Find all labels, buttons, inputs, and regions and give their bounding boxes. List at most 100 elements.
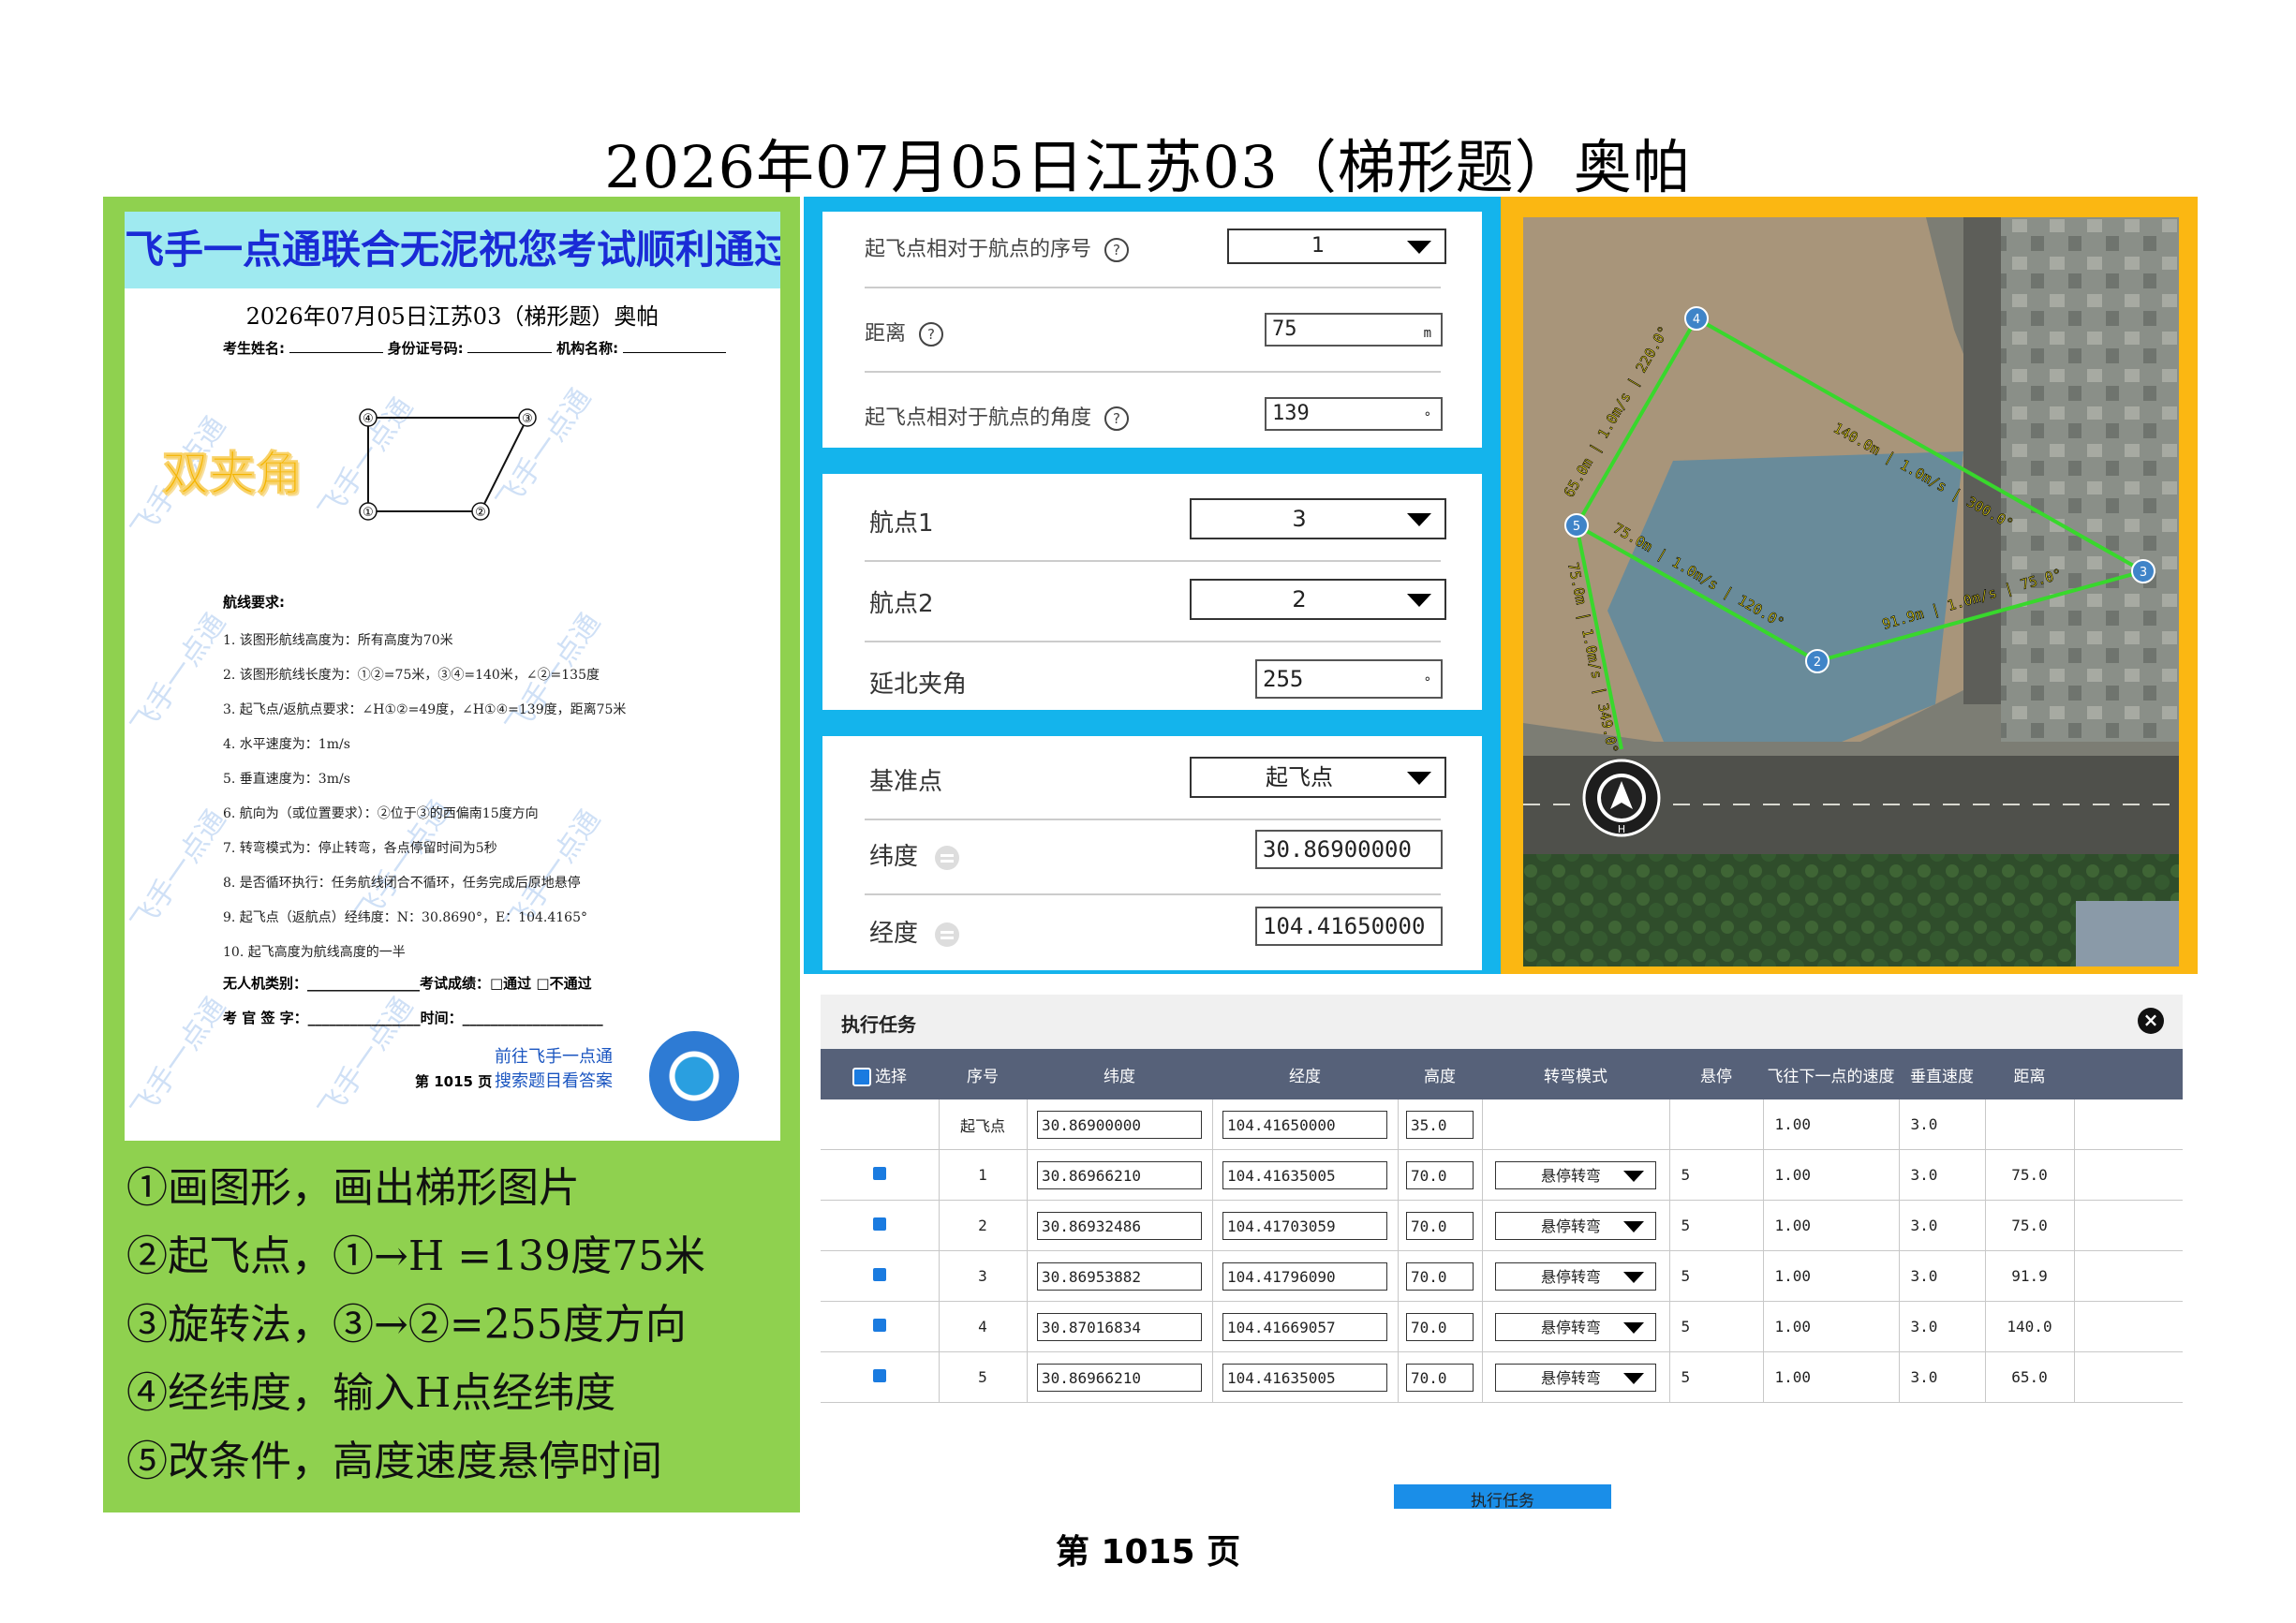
select-all-header[interactable]: 选择 xyxy=(821,1049,939,1099)
close-icon[interactable]: × xyxy=(2138,1008,2164,1034)
coordinate-settings-card: 基准点 起飞点 纬度 30.86900000 经度 104.41650000 xyxy=(822,736,1482,970)
seq-cell: 3 xyxy=(939,1250,1028,1302)
latitude-cell-input[interactable]: 30.86932486 xyxy=(1037,1211,1202,1240)
distance-input[interactable]: 75 m xyxy=(1265,313,1443,347)
latitude-cell-input[interactable]: 30.87016834 xyxy=(1037,1312,1202,1341)
row-checkbox[interactable] xyxy=(872,1167,886,1180)
point-label-1: ① xyxy=(363,506,374,520)
takeoff-seq-select[interactable]: 1 xyxy=(1227,229,1446,264)
north-angle-input[interactable]: 255 ° xyxy=(1255,659,1443,699)
chevron-down-icon xyxy=(1407,772,1431,785)
row-checkbox[interactable] xyxy=(872,1319,886,1332)
speed-cell: 1.00 xyxy=(1763,1200,1900,1251)
distance-cell: 140.0 xyxy=(1985,1301,2075,1352)
altitude-cell-input[interactable]: 70.0 xyxy=(1406,1262,1474,1291)
waypoint1-label: 航点1 xyxy=(869,509,934,538)
column-header: 悬停 xyxy=(1669,1049,1763,1099)
longitude-input[interactable]: 104.41650000 xyxy=(1255,907,1443,946)
lock-toggle-icon[interactable] xyxy=(935,845,960,870)
column-header: 飞往下一点的速度 xyxy=(1763,1049,1899,1099)
longitude-cell-input[interactable]: 104.41796090 xyxy=(1222,1262,1387,1291)
latitude-input[interactable]: 30.86900000 xyxy=(1255,830,1443,869)
map-canvas[interactable]: 140.0m | 1.0m/s | 300.0° 91.9m | 1.0m/s … xyxy=(1523,217,2179,966)
lock-toggle-icon[interactable] xyxy=(935,922,960,947)
longitude-cell-input[interactable]: 104.41650000 xyxy=(1222,1110,1387,1139)
reference-point-select[interactable]: 起飞点 xyxy=(1190,757,1446,798)
execute-task-button[interactable]: 执行任务 xyxy=(1394,1484,1611,1509)
speed-cell: 1.00 xyxy=(1763,1301,1900,1352)
waypoint-marker[interactable]: 5 xyxy=(1564,513,1589,538)
exam-info-line: 考生姓名: 身份证号码: 机构名称: xyxy=(223,338,726,358)
svg-text:5: 5 xyxy=(1573,520,1580,534)
page-title: 2026年07月05日江苏03（梯形题）奥帕 xyxy=(604,133,1692,201)
watermark: 飞手一点通 xyxy=(125,804,233,938)
help-icon[interactable]: ? xyxy=(1104,238,1130,262)
checkbox-icon[interactable] xyxy=(852,1067,871,1086)
distance-label: 距离? xyxy=(865,317,944,347)
latitude-cell-input[interactable]: 30.86966210 xyxy=(1037,1363,1202,1392)
exam-paper: 飞手一点通联合无泥祝您考试顺利通过 2026年07月05日江苏03（梯形题）奥帕… xyxy=(125,212,780,1141)
requirement-item: 5. 垂直速度为：3m/s xyxy=(223,772,350,787)
turn-mode-select[interactable]: 悬停转弯 xyxy=(1495,1211,1656,1240)
table-row: 2 30.86932486 104.41703059 70.0 悬停转弯 5 1… xyxy=(821,1200,2183,1251)
longitude-cell-input[interactable]: 104.41669057 xyxy=(1222,1312,1387,1341)
latitude-label: 纬度 xyxy=(869,837,960,872)
table-row: 5 30.86966210 104.41635005 70.0 悬停转弯 5 1… xyxy=(821,1351,2183,1403)
turn-mode-select[interactable]: 悬停转弯 xyxy=(1495,1312,1656,1341)
latitude-cell-input[interactable]: 30.86900000 xyxy=(1037,1110,1202,1139)
home-point-icon[interactable]: H xyxy=(1582,759,1661,837)
table-row: 4 30.87016834 104.41669057 70.0 悬停转弯 5 1… xyxy=(821,1301,2183,1352)
requirement-item: 1. 该图形航线高度为：所有高度为70米 xyxy=(223,633,453,648)
vspeed-cell: 3.0 xyxy=(1899,1200,1986,1251)
takeoff-seq-label: 起飞点相对于航点的序号? xyxy=(865,232,1130,262)
altitude-cell-input[interactable]: 70.0 xyxy=(1406,1211,1474,1240)
info-org-label: 机构名称: xyxy=(556,340,619,357)
column-header: 经度 xyxy=(1212,1049,1398,1099)
waypoint-marker[interactable]: 4 xyxy=(1684,306,1709,331)
row-checkbox[interactable] xyxy=(872,1369,886,1382)
step-item: ⑤改条件，高度速度悬停时间 xyxy=(126,1438,662,1485)
waypoint-table: 选择 序号 纬度 经度 高度 转弯模式 悬停 飞往下一点的速度 垂直速度 距离 … xyxy=(821,1049,2183,1403)
chevron-down-icon xyxy=(1407,513,1431,526)
column-header: 距离 xyxy=(1985,1049,2074,1099)
svg-text:3: 3 xyxy=(2140,566,2147,580)
latitude-cell-input[interactable]: 30.86953882 xyxy=(1037,1262,1202,1291)
vspeed-cell: 3.0 xyxy=(1899,1351,1986,1403)
longitude-cell-input[interactable]: 104.41703059 xyxy=(1222,1211,1387,1240)
solution-steps: ①画图形，画出梯形图片 ②起飞点，①→H =139度75米 ③旋转法，③→②=2… xyxy=(126,1154,705,1496)
takeoff-angle-input[interactable]: 139 ° xyxy=(1265,397,1443,431)
requirements-heading: 航线要求: xyxy=(223,594,285,611)
altitude-cell-input[interactable]: 70.0 xyxy=(1406,1312,1474,1341)
distance-cell: 75.0 xyxy=(1985,1149,2075,1201)
altitude-cell-input[interactable]: 70.0 xyxy=(1406,1160,1474,1189)
waypoint2-select[interactable]: 2 xyxy=(1190,579,1446,620)
altitude-cell-input[interactable]: 35.0 xyxy=(1406,1110,1474,1139)
column-header xyxy=(2074,1049,2183,1099)
longitude-cell-input[interactable]: 104.41635005 xyxy=(1222,1363,1387,1392)
waypoint-marker[interactable]: 3 xyxy=(2131,559,2155,583)
info-name-label: 考生姓名: xyxy=(223,340,285,357)
step-item: ①画图形，画出梯形图片 xyxy=(126,1164,580,1212)
examiner-sign-line: 考 官 签 字：________________时间：_____________… xyxy=(223,1010,603,1026)
row-checkbox[interactable] xyxy=(872,1268,886,1281)
turn-mode-select[interactable]: 悬停转弯 xyxy=(1495,1262,1656,1291)
chevron-down-icon xyxy=(1407,594,1431,607)
waypoint1-select[interactable]: 3 xyxy=(1190,498,1446,539)
waypoint-marker[interactable]: 2 xyxy=(1805,649,1829,673)
speed-cell: 1.00 xyxy=(1763,1099,1900,1150)
longitude-cell-input[interactable]: 104.41635005 xyxy=(1222,1160,1387,1189)
sign-lines: 无人机类别：________________考试成绩：□通过 □不通过 考 官 … xyxy=(223,966,603,1036)
table-header-row: 选择 序号 纬度 经度 高度 转弯模式 悬停 飞往下一点的速度 垂直速度 距离 xyxy=(821,1049,2183,1099)
satellite-map[interactable]: 140.0m | 1.0m/s | 300.0° 91.9m | 1.0m/s … xyxy=(1523,217,2179,966)
row-checkbox[interactable] xyxy=(872,1217,886,1231)
latitude-cell-input[interactable]: 30.86966210 xyxy=(1037,1160,1202,1189)
requirement-item: 9. 起飞点（返航点）经纬度：N：30.8690°，E：104.4165° xyxy=(223,910,587,925)
waypoint2-label: 航点2 xyxy=(869,590,934,618)
turn-mode-select[interactable]: 悬停转弯 xyxy=(1495,1160,1656,1189)
turn-mode-select[interactable]: 悬停转弯 xyxy=(1495,1363,1656,1392)
altitude-cell-input[interactable]: 70.0 xyxy=(1406,1363,1474,1392)
watermark: 飞手一点通 xyxy=(125,607,233,742)
help-icon[interactable]: ? xyxy=(1104,406,1130,431)
seq-cell: 5 xyxy=(939,1351,1028,1403)
help-icon[interactable]: ? xyxy=(919,322,944,347)
